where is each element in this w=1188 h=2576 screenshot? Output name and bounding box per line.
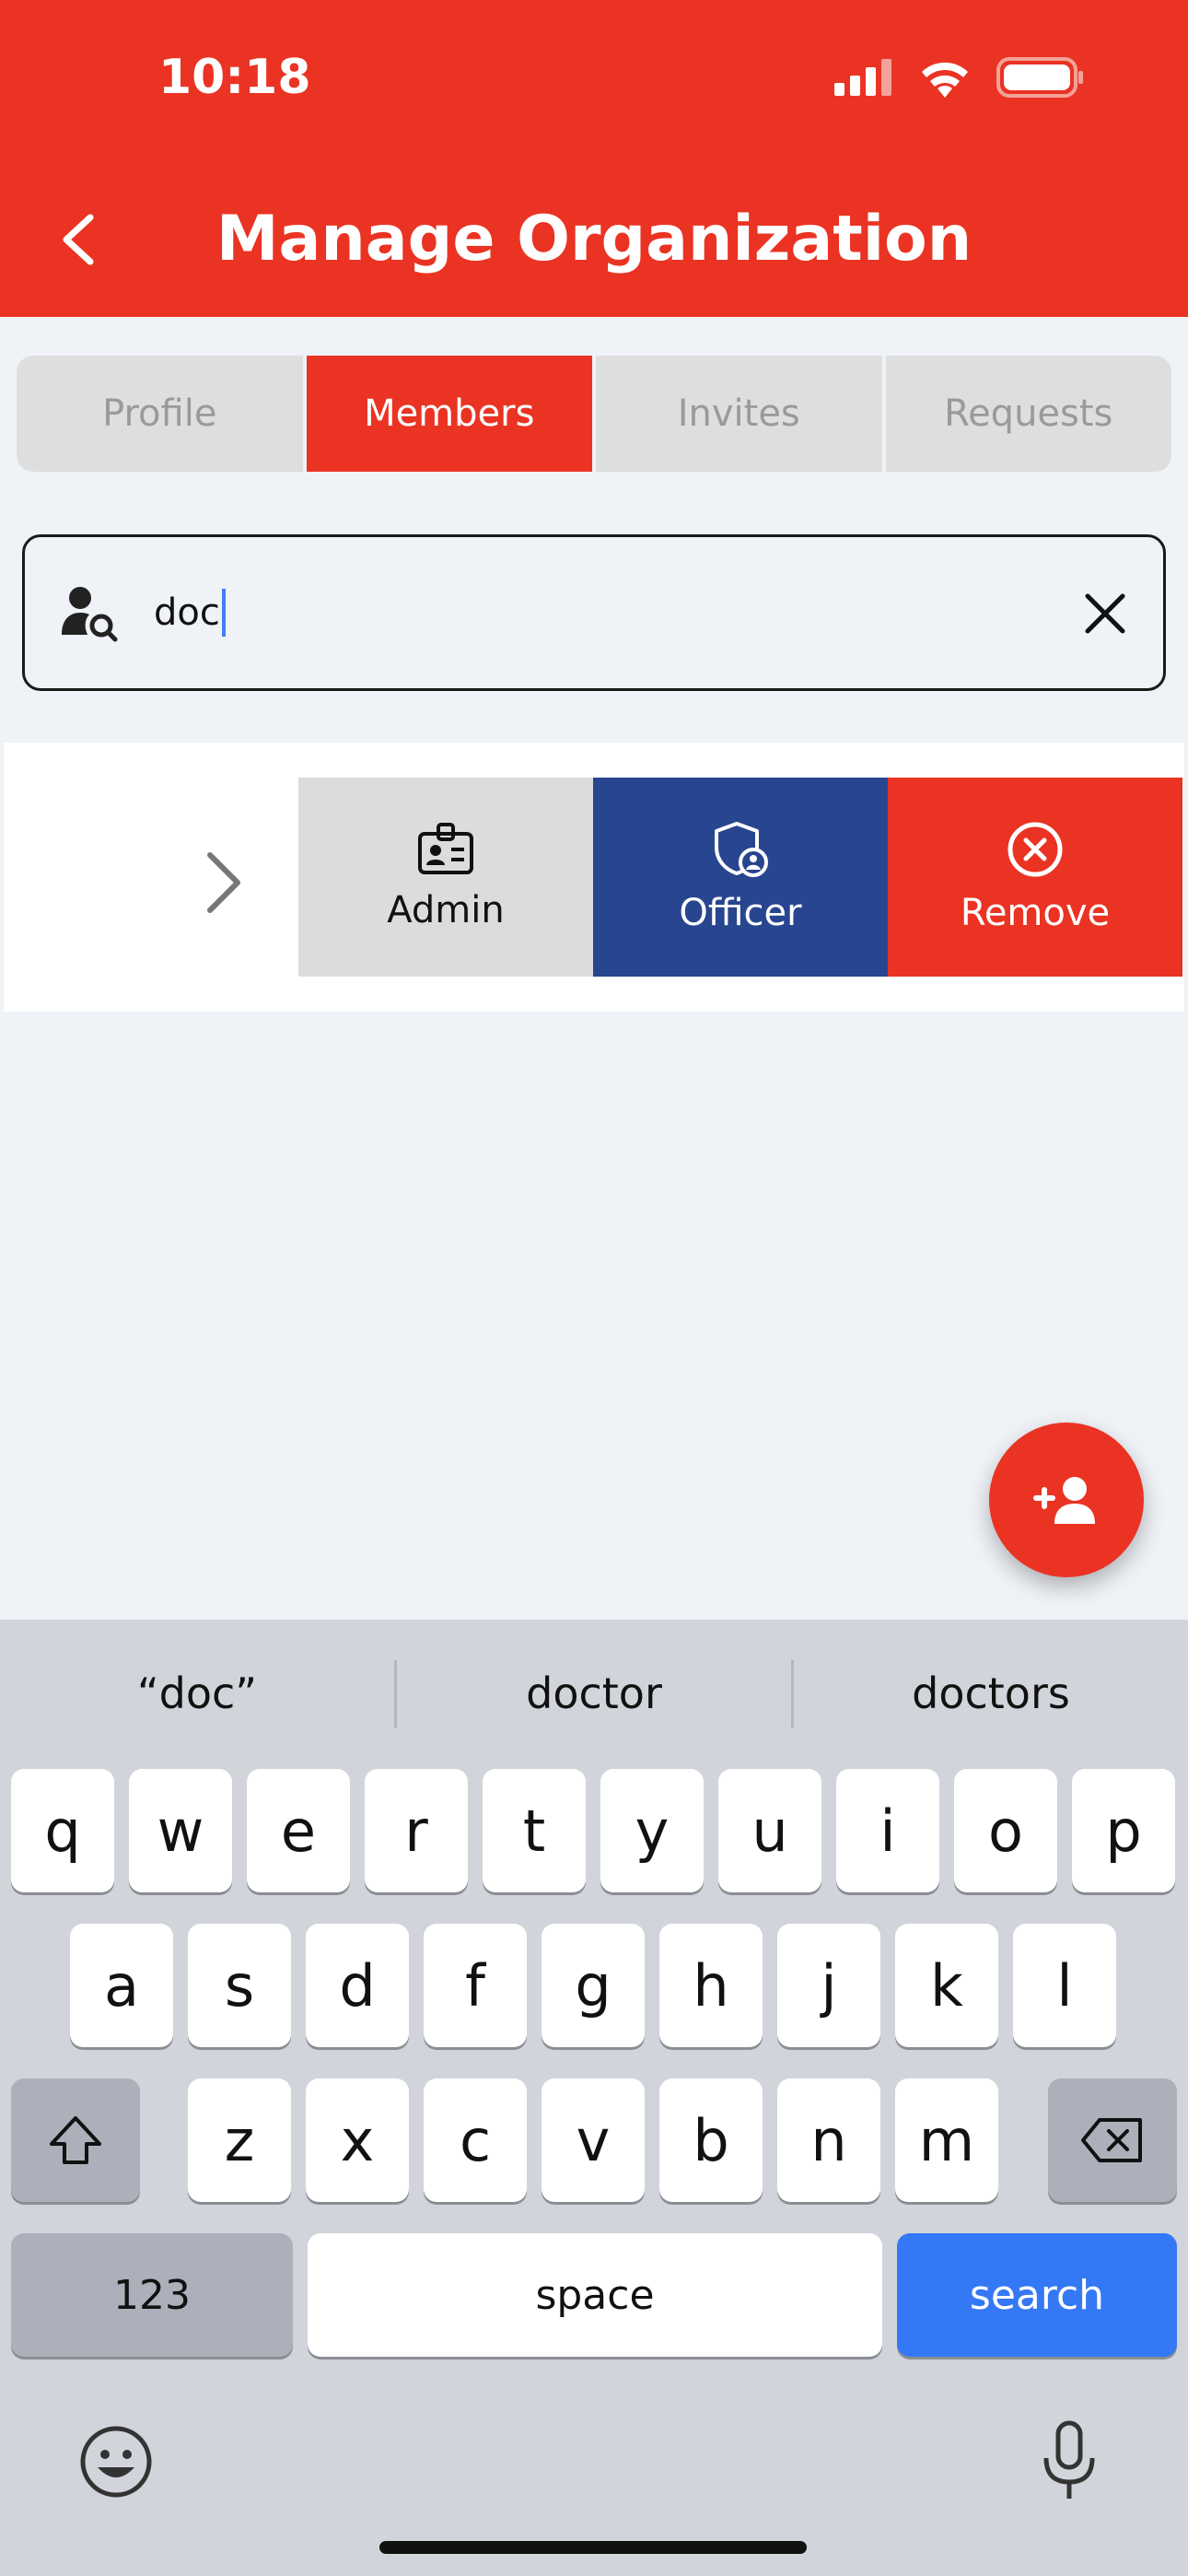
key-k[interactable]: k bbox=[895, 1924, 998, 2047]
emoji-icon[interactable] bbox=[77, 2423, 155, 2500]
id-badge-icon bbox=[418, 823, 473, 874]
make-admin-button[interactable]: Admin bbox=[298, 778, 593, 977]
officer-label: Officer bbox=[679, 892, 802, 934]
key-e[interactable]: e bbox=[247, 1769, 350, 1892]
make-officer-button[interactable]: Officer bbox=[593, 778, 888, 977]
member-row[interactable]: Admin Officer Remove bbox=[4, 743, 1184, 1012]
tab-profile[interactable]: Profile bbox=[17, 356, 303, 472]
key-w[interactable]: w bbox=[129, 1769, 232, 1892]
key-y[interactable]: y bbox=[600, 1769, 704, 1892]
backspace-icon bbox=[1081, 2118, 1142, 2162]
admin-label: Admin bbox=[387, 889, 505, 931]
app-header: 10:18 Manage Organization bbox=[0, 0, 1188, 317]
search-input-value: doc bbox=[154, 591, 220, 634]
text-cursor bbox=[221, 589, 226, 637]
shield-user-icon bbox=[715, 822, 768, 877]
remove-circle-icon bbox=[1007, 822, 1063, 877]
key-v[interactable]: v bbox=[542, 2078, 645, 2202]
suggestion-item[interactable]: “doc” bbox=[0, 1620, 394, 1767]
key-u[interactable]: u bbox=[718, 1769, 821, 1892]
remove-member-button[interactable]: Remove bbox=[888, 778, 1182, 977]
cellular-signal-icon bbox=[834, 59, 891, 96]
wifi-icon bbox=[922, 62, 968, 98]
key-b[interactable]: b bbox=[659, 2078, 763, 2202]
key-i[interactable]: i bbox=[836, 1769, 939, 1892]
key-h[interactable]: h bbox=[659, 1924, 763, 2047]
tab-invites[interactable]: Invites bbox=[596, 356, 882, 472]
key-r[interactable]: r bbox=[365, 1769, 468, 1892]
battery-icon bbox=[996, 57, 1083, 98]
tab-requests[interactable]: Requests bbox=[885, 356, 1171, 472]
shift-icon bbox=[50, 2116, 101, 2164]
page-title: Manage Organization bbox=[215, 203, 973, 275]
key-o[interactable]: o bbox=[954, 1769, 1057, 1892]
tab-bar: Profile Members Invites Requests bbox=[17, 356, 1171, 472]
key-g[interactable]: g bbox=[542, 1924, 645, 2047]
suggestion-item[interactable]: doctors bbox=[794, 1620, 1188, 1767]
key-j[interactable]: j bbox=[777, 1924, 880, 2047]
chevron-right-icon[interactable] bbox=[203, 849, 245, 916]
search-key[interactable]: search bbox=[897, 2233, 1177, 2357]
key-a[interactable]: a bbox=[70, 1924, 173, 2047]
key-q[interactable]: q bbox=[11, 1769, 114, 1892]
key-p[interactable]: p bbox=[1072, 1769, 1175, 1892]
suggestion-bar: “doc” doctor doctors bbox=[0, 1620, 1188, 1767]
add-user-icon bbox=[1033, 1477, 1095, 1524]
numbers-key[interactable]: 123 bbox=[11, 2233, 293, 2357]
key-m[interactable]: m bbox=[895, 2078, 998, 2202]
status-icons bbox=[834, 57, 1085, 98]
delete-key[interactable] bbox=[1048, 2078, 1177, 2202]
key-l[interactable]: l bbox=[1013, 1924, 1116, 2047]
ios-keyboard: “doc” doctor doctors q w e r t y u i o p… bbox=[0, 1620, 1188, 2576]
tab-members[interactable]: Members bbox=[306, 356, 592, 472]
clear-icon[interactable] bbox=[1078, 587, 1132, 640]
key-d[interactable]: d bbox=[306, 1924, 409, 2047]
key-c[interactable]: c bbox=[424, 2078, 527, 2202]
key-z[interactable]: z bbox=[188, 2078, 291, 2202]
member-search-field[interactable]: doc bbox=[22, 534, 1166, 691]
key-n[interactable]: n bbox=[777, 2078, 880, 2202]
home-indicator bbox=[379, 2541, 807, 2554]
add-member-button[interactable] bbox=[989, 1423, 1144, 1577]
microphone-icon[interactable] bbox=[1039, 2419, 1100, 2504]
suggestion-item[interactable]: doctor bbox=[397, 1620, 791, 1767]
user-search-icon bbox=[62, 587, 118, 642]
key-t[interactable]: t bbox=[483, 1769, 586, 1892]
key-f[interactable]: f bbox=[424, 1924, 527, 2047]
key-s[interactable]: s bbox=[188, 1924, 291, 2047]
status-time: 10:18 bbox=[158, 50, 311, 105]
shift-key[interactable] bbox=[11, 2078, 140, 2202]
key-x[interactable]: x bbox=[306, 2078, 409, 2202]
space-key[interactable]: space bbox=[308, 2233, 882, 2357]
search-input[interactable]: doc bbox=[154, 589, 226, 637]
remove-label: Remove bbox=[960, 892, 1111, 934]
